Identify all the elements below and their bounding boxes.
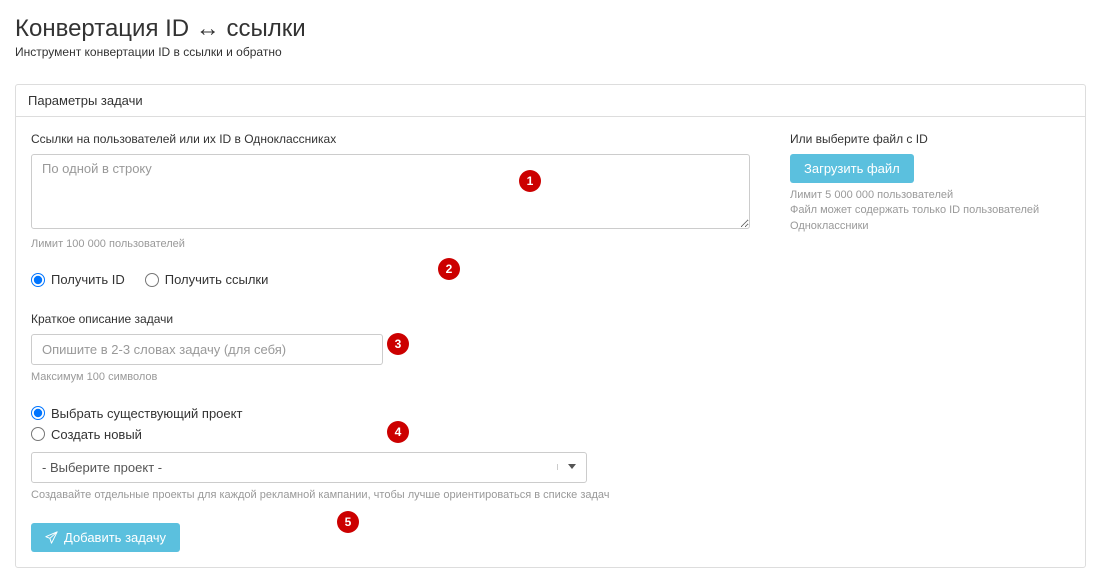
description-label: Краткое описание задачи <box>31 312 1070 326</box>
radio-get-id-input[interactable] <box>31 273 45 287</box>
radio-create-project[interactable]: Создать новый <box>31 427 1070 442</box>
upload-file-button[interactable]: Загрузить файл <box>790 154 914 183</box>
radio-get-links-input[interactable] <box>145 273 159 287</box>
file-help-line1: Лимит 5 000 000 пользователей <box>790 188 1070 203</box>
page-subtitle: Инструмент конвертации ID в ссылки и обр… <box>15 45 1086 59</box>
radio-existing-project-input[interactable] <box>31 406 45 420</box>
page-title: Конвертация ID ↔ ссылки <box>15 15 1086 43</box>
radio-create-project-label: Создать новый <box>51 427 142 442</box>
panel-header: Параметры задачи <box>16 85 1085 117</box>
radio-existing-project[interactable]: Выбрать существующий проект <box>31 406 1070 421</box>
project-select-help: Создавайте отдельные проекты для каждой … <box>31 488 1070 503</box>
radio-get-links[interactable]: Получить ссылки <box>145 272 269 287</box>
chevron-down-icon <box>557 464 576 470</box>
file-help: Лимит 5 000 000 пользователей Файл может… <box>790 188 1070 234</box>
links-label: Ссылки на пользователей или их ID в Одно… <box>31 132 750 146</box>
links-help: Лимит 100 000 пользователей <box>31 237 750 252</box>
project-select[interactable]: - Выберите проект - <box>31 452 587 483</box>
marker-2: 2 <box>438 258 460 280</box>
task-params-panel: Параметры задачи Ссылки на пользователей… <box>15 84 1086 568</box>
file-label: Или выберите файл с ID <box>790 132 1070 146</box>
marker-5: 5 <box>337 511 359 533</box>
add-task-button[interactable]: Добавить задачу <box>31 523 180 552</box>
radio-get-links-label: Получить ссылки <box>165 272 269 287</box>
marker-3: 3 <box>387 333 409 355</box>
paper-plane-icon <box>45 531 58 544</box>
add-task-button-label: Добавить задачу <box>64 530 166 545</box>
project-select-value: - Выберите проект - <box>42 460 162 475</box>
links-textarea[interactable] <box>31 154 750 229</box>
radio-existing-project-label: Выбрать существующий проект <box>51 406 242 421</box>
radio-create-project-input[interactable] <box>31 427 45 441</box>
radio-get-id[interactable]: Получить ID <box>31 272 125 287</box>
description-input[interactable] <box>31 334 383 365</box>
marker-1: 1 <box>519 170 541 192</box>
description-help: Максимум 100 символов <box>31 370 1070 385</box>
radio-get-id-label: Получить ID <box>51 272 125 287</box>
file-help-line2: Файл может содержать только ID пользоват… <box>790 203 1070 234</box>
marker-4: 4 <box>387 421 409 443</box>
